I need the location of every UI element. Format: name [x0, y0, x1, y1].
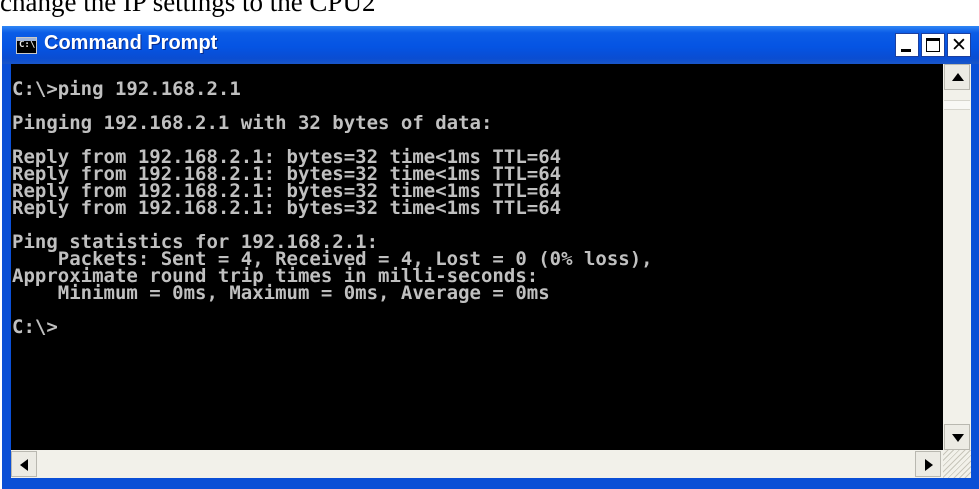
console-line: Minimum = 0ms, Maximum = 0ms, Average = … [12, 282, 550, 304]
command-prompt-window[interactable]: C:\ Command Prompt ✕ C:\>ping 192.168.2.… [2, 26, 979, 489]
arrow-up-icon [952, 73, 964, 81]
document-text: change the IP settings to the CPU2 [0, 0, 376, 17]
close-button[interactable]: ✕ [947, 33, 971, 57]
horizontal-scrollbar[interactable] [11, 450, 943, 478]
arrow-left-icon [20, 459, 28, 471]
console-line: Pinging 192.168.2.1 with 32 bytes of dat… [12, 112, 493, 134]
vertical-scroll-thumb[interactable] [944, 100, 970, 110]
scroll-left-button[interactable] [11, 451, 37, 477]
console-line: C:\>ping 192.168.2.1 [12, 78, 241, 100]
vertical-scrollbar[interactable] [943, 64, 971, 450]
close-icon: ✕ [951, 34, 967, 56]
console-line: Reply from 192.168.2.1: bytes=32 time<1m… [12, 197, 562, 219]
window-title: Command Prompt [44, 32, 218, 54]
console-line: C:\> [12, 316, 58, 338]
scroll-up-button[interactable] [944, 64, 970, 90]
arrow-down-icon [952, 434, 964, 442]
cmd-icon[interactable]: C:\ [16, 37, 37, 54]
minimize-icon [901, 49, 911, 52]
title-bar[interactable]: C:\ Command Prompt ✕ [2, 26, 979, 64]
scroll-right-button[interactable] [915, 451, 941, 477]
window-frame-bottom [2, 478, 979, 489]
maximize-icon [926, 38, 940, 52]
maximize-button[interactable] [921, 33, 945, 57]
console-text: C:\>ping 192.168.2.1 Pinging 192.168.2.1… [12, 78, 653, 338]
resize-grip-icon[interactable] [943, 450, 971, 478]
console-output[interactable]: C:\>ping 192.168.2.1 Pinging 192.168.2.1… [11, 64, 943, 478]
minimize-button[interactable] [895, 33, 919, 57]
arrow-right-icon [925, 459, 933, 471]
scroll-down-button[interactable] [944, 424, 970, 450]
